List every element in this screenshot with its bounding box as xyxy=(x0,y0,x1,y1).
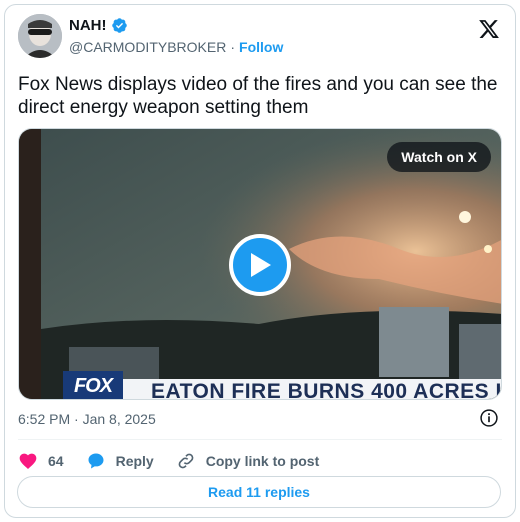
copy-link-label: Copy link to post xyxy=(205,453,320,469)
author-name-row: NAH! xyxy=(69,17,128,34)
info-icon[interactable] xyxy=(479,408,499,428)
handle-separator: · xyxy=(230,39,236,55)
read-replies-button[interactable]: Read 11 replies xyxy=(17,476,501,508)
news-banner: EATON FIRE BURNS 400 ACRES IN A xyxy=(73,379,502,400)
x-logo-icon[interactable] xyxy=(478,18,500,40)
action-bar: 64 Reply Copy link to post xyxy=(18,449,341,473)
fox-news-logo: FOX xyxy=(63,371,123,399)
author-handle-row: @CARMODITYBROKER · Follow xyxy=(69,39,283,55)
divider xyxy=(18,439,502,440)
tweet-timestamp[interactable]: 6:52 PM · Jan 8, 2025 xyxy=(18,411,156,427)
author-handle[interactable]: @CARMODITYBROKER xyxy=(69,39,226,55)
video-media[interactable]: Watch on X EATON FIRE BURNS 400 ACRES IN… xyxy=(18,128,502,400)
tweet-text: Fox News displays video of the fires and… xyxy=(18,74,498,118)
link-icon xyxy=(178,453,194,469)
like-count: 64 xyxy=(48,453,64,469)
reply-bubble-icon xyxy=(88,453,104,469)
reply-button[interactable]: Reply xyxy=(86,451,154,471)
verified-badge-icon xyxy=(111,17,128,34)
reply-label: Reply xyxy=(115,453,154,469)
follow-button[interactable]: Follow xyxy=(239,39,283,55)
watch-on-x-button[interactable]: Watch on X xyxy=(387,142,491,172)
author-name[interactable]: NAH! xyxy=(69,17,107,34)
news-banner-text: EATON FIRE BURNS 400 ACRES IN A xyxy=(151,380,502,400)
avatar[interactable] xyxy=(18,14,62,58)
heart-icon xyxy=(19,453,37,469)
play-button-icon[interactable] xyxy=(229,234,291,296)
like-button[interactable]: 64 xyxy=(18,451,64,471)
tweet-card: NAH! @CARMODITYBROKER · Follow Fox News … xyxy=(4,4,516,518)
copy-link-button[interactable]: Copy link to post xyxy=(176,451,320,471)
